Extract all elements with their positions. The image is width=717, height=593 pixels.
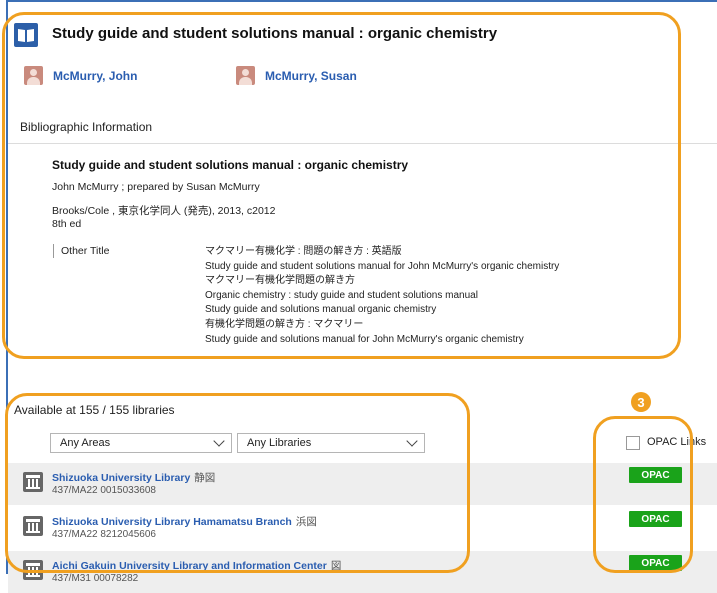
library-abbr: 浜図 [295, 516, 317, 528]
library-abbr: 静図 [194, 472, 216, 484]
call-number: 437/MA22 0015033608 [52, 485, 156, 496]
library-row: Shizuoka University Library Hamamatsu Br… [8, 507, 717, 549]
bib-title: Study guide and student solutions manual… [52, 158, 409, 172]
bib-responsibility: John McMurry ; prepared by Susan McMurry [52, 181, 260, 193]
opac-button[interactable]: OPAC [629, 467, 682, 483]
other-title: マクマリー有機化学問題の解き方 [205, 275, 355, 287]
other-title: マクマリー有機化学 : 問題の解き方 : 英語版 [205, 246, 402, 257]
author-link[interactable]: McMurry, John [53, 69, 137, 83]
opac-links-label[interactable]: OPAC Links [647, 436, 706, 448]
library-name-link[interactable]: Shizuoka University Library Hamamatsu Br… [52, 514, 317, 529]
bib-edition: 8th ed [52, 218, 82, 230]
library-icon [23, 560, 43, 580]
chevron-down-icon [213, 435, 225, 447]
call-number: 437/M31 00078282 [52, 573, 139, 584]
author-link[interactable]: McMurry, Susan [265, 69, 357, 83]
area-select[interactable]: Any Areas [50, 433, 232, 453]
book-icon [14, 23, 38, 47]
library-name[interactable]: Aichi Gakuin University Library and Info… [52, 560, 327, 572]
divider [53, 244, 54, 258]
opac-button[interactable]: OPAC [629, 555, 682, 571]
library-abbr: 図 [330, 560, 342, 572]
divider [8, 143, 717, 144]
library-row: Aichi Gakuin University Library and Info… [8, 551, 717, 593]
library-name-link[interactable]: Shizuoka University Library 静図 [52, 470, 215, 485]
author-1[interactable]: McMurry, John [24, 66, 137, 85]
section-heading: Bibliographic Information [20, 120, 153, 134]
availability-count: Available at 155 / 155 libraries [14, 403, 175, 417]
other-title: Organic chemistry : study guide and stud… [205, 289, 478, 301]
other-title-list: マクマリー有機化学 : 問題の解き方 : 英語版 Study guide and… [205, 245, 559, 347]
library-select-value: Any Libraries [247, 437, 312, 449]
other-title-label: Other Title [61, 245, 110, 257]
library-name[interactable]: Shizuoka University Library [52, 472, 190, 484]
library-name-link[interactable]: Aichi Gakuin University Library and Info… [52, 558, 341, 573]
frame-border-top [6, 0, 717, 2]
person-icon [24, 66, 43, 85]
record-title: Study guide and student solutions manual… [52, 25, 498, 42]
other-title: Study guide and solutions manual organic… [205, 304, 437, 316]
opac-button[interactable]: OPAC [629, 511, 682, 527]
other-title: Study guide and student solutions manual… [205, 260, 560, 272]
other-title: Study guide and solutions manual for Joh… [205, 333, 524, 345]
library-name[interactable]: Shizuoka University Library Hamamatsu Br… [52, 516, 292, 528]
call-number: 437/MA22 8212045606 [52, 529, 156, 540]
other-title: 有機化学問題の解き方 : マクマリー [205, 318, 364, 330]
chevron-down-icon [406, 435, 418, 447]
library-row: Shizuoka University Library 静図 437/MA22 0… [8, 463, 717, 505]
area-select-value: Any Areas [60, 437, 111, 449]
library-select[interactable]: Any Libraries [237, 433, 425, 453]
bib-publisher: Brooks/Cole , 東京化学同人 (発売), 2013, c2012 [52, 205, 276, 217]
step-number-badge: 3 [631, 392, 651, 412]
person-icon [236, 66, 255, 85]
opac-links-checkbox[interactable] [626, 436, 640, 450]
library-icon [23, 472, 43, 492]
author-2[interactable]: McMurry, Susan [236, 66, 357, 85]
library-icon [23, 516, 43, 536]
